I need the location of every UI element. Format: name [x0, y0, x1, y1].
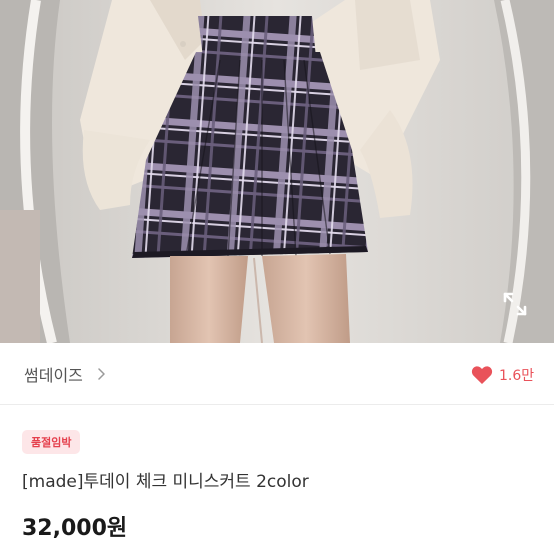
- heart-icon: [471, 366, 493, 384]
- like-button[interactable]: 1.6만: [471, 363, 534, 387]
- product-photo[interactable]: [0, 0, 554, 343]
- seller-row: 썸데이즈 1.6만: [0, 343, 554, 405]
- like-count: 1.6만: [499, 368, 535, 384]
- expand-image-button[interactable]: [500, 289, 530, 319]
- seller-name: 썸데이즈: [24, 366, 83, 385]
- product-image: [0, 0, 554, 343]
- product-title: [made]투데이 체크 미니스커트 2color: [22, 472, 309, 492]
- product-price: 32,000원: [22, 516, 128, 541]
- chevron-right-icon: [98, 368, 105, 380]
- status-badge: 품절임박: [22, 430, 81, 454]
- expand-icon: [503, 292, 527, 316]
- seller-link[interactable]: 썸데이즈: [24, 362, 107, 386]
